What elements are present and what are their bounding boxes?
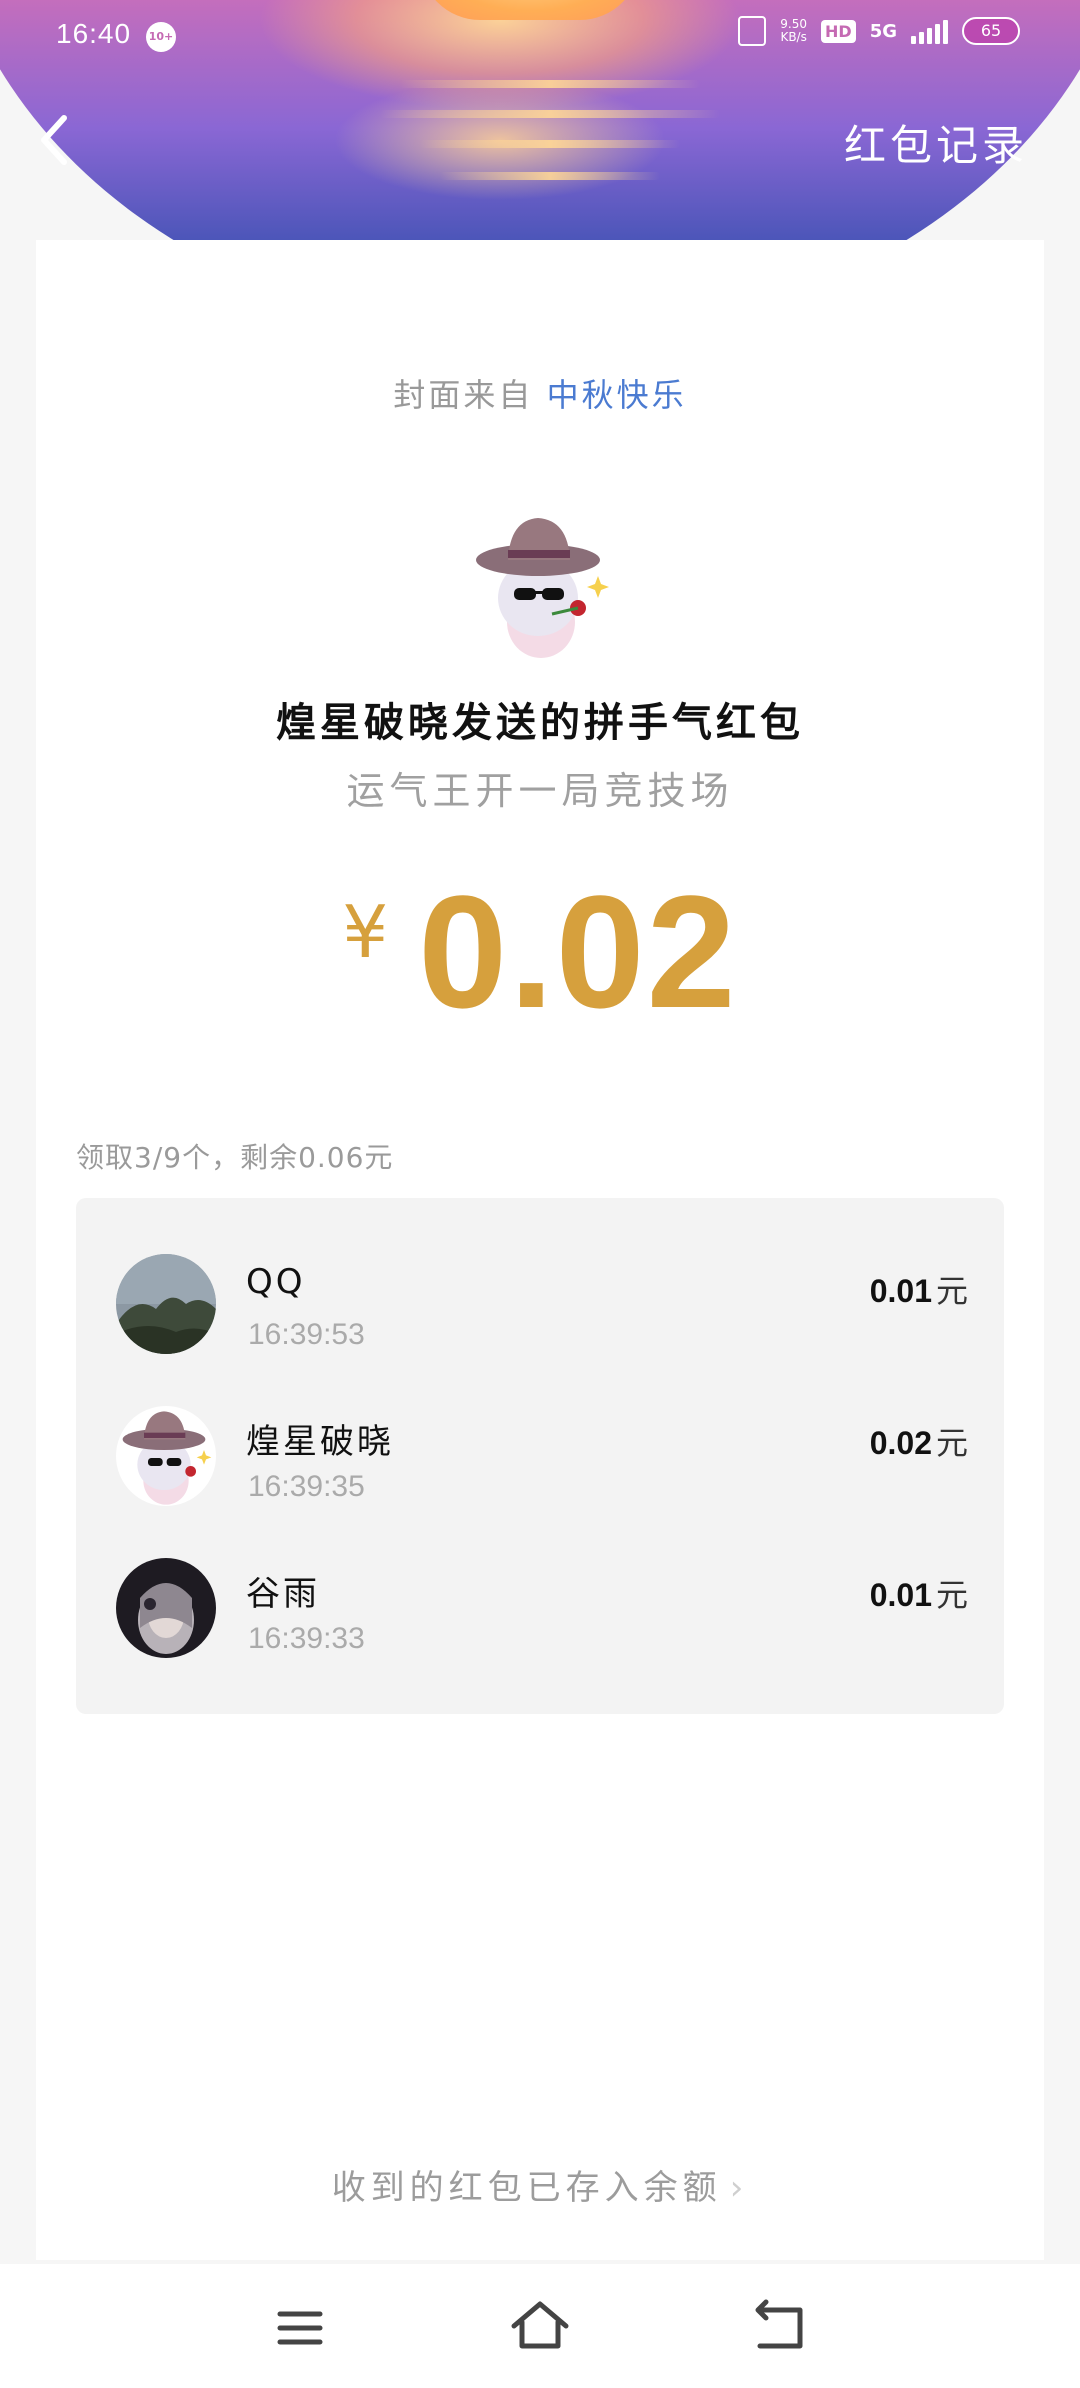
vibrate-icon	[738, 16, 767, 46]
list-item[interactable]: 煌星破晓 16:39:35 0.02 元	[76, 1406, 1004, 1526]
claim-amount-value: 0.01	[869, 1273, 932, 1309]
balance-link-label: 收到的红包已存入余额	[331, 2168, 722, 2208]
hd-icon: HD	[821, 19, 856, 43]
cover-name-link[interactable]: 中秋快乐	[547, 376, 687, 414]
back-nav-button[interactable]	[740, 2288, 820, 2368]
amount-value: 0.02	[418, 862, 738, 1041]
system-nav-bar	[0, 2264, 1080, 2388]
battery-icon: 65	[962, 17, 1020, 45]
received-amount: ¥0.02	[0, 860, 1080, 1044]
claim-summary: 领取3/9个，剩余0.06元	[76, 1141, 394, 1174]
sender-avatar[interactable]	[466, 510, 616, 660]
menu-button[interactable]	[260, 2288, 340, 2368]
network-type: 5G	[869, 20, 897, 42]
recipient-avatar[interactable]	[116, 1558, 216, 1658]
balance-link[interactable]: 收到的红包已存入余额 ›	[0, 2160, 1080, 2209]
claim-amount-value: 0.02	[869, 1425, 932, 1461]
back-icon	[755, 2299, 803, 2349]
currency-symbol: ¥	[342, 890, 389, 974]
packet-subtitle: 运气王开一局竞技场	[346, 769, 734, 813]
cover-source-prefix: 封面来自	[393, 376, 547, 414]
chevron-left-icon	[41, 115, 67, 165]
red-packet-records-link[interactable]: 红包记录	[844, 112, 1028, 173]
menu-icon	[277, 2311, 323, 2345]
water-reflection	[400, 80, 700, 88]
claim-time: 16:39:33	[248, 1622, 365, 1655]
claim-amount-unit: 元	[935, 1272, 968, 1310]
back-button[interactable]	[36, 110, 76, 170]
recipient-avatar[interactable]	[116, 1406, 216, 1506]
landscape-avatar	[116, 1254, 216, 1354]
signal-icon	[911, 18, 948, 44]
recipient-name: 煌星破晓	[246, 1422, 394, 1462]
chevron-right-icon: ›	[729, 2168, 749, 2208]
notification-badge: 10+	[146, 22, 176, 52]
recipient-list: QQ 16:39:53 0.01元 煌星破晓 16:39:35 0.02元	[76, 1198, 1004, 1714]
list-item[interactable]: QQ 16:39:53 0.01 元	[76, 1254, 1004, 1374]
status-icons: 9.50 KB/s HD 5G 65	[738, 16, 1020, 46]
list-item[interactable]: 谷雨 16:39:33 0.01 元	[76, 1558, 1004, 1678]
net-speed-unit: KB/s	[780, 30, 807, 44]
status-time: 16:40	[56, 18, 132, 49]
recipient-name: QQ	[246, 1262, 306, 1302]
packet-title: 煌星破晓发送的拼手气红包	[276, 700, 804, 746]
anime-hat-avatar	[116, 1406, 216, 1506]
claim-time: 16:39:53	[248, 1318, 365, 1351]
claim-time: 16:39:35	[248, 1470, 365, 1503]
water-reflection	[380, 110, 720, 118]
home-icon	[511, 2301, 569, 2349]
net-speed: 9.50 KB/s	[780, 18, 807, 44]
claim-amount: 0.01 元	[870, 1570, 968, 1616]
anime-hat-avatar	[466, 510, 616, 660]
dark-anime-avatar	[116, 1558, 216, 1658]
recipient-avatar[interactable]	[116, 1254, 216, 1354]
claim-amount: 0.02 元	[870, 1418, 968, 1464]
claim-amount-unit: 元	[935, 1576, 968, 1614]
water-reflection	[440, 172, 660, 180]
home-button[interactable]	[500, 2288, 580, 2368]
claim-amount: 0.01 元	[870, 1266, 968, 1312]
claim-amount-value: 0.01	[869, 1577, 932, 1613]
cover-source: 封面来自 中秋快乐	[0, 370, 1080, 416]
claim-amount-unit: 元	[935, 1424, 968, 1462]
recipient-name: 谷雨	[246, 1574, 320, 1614]
water-reflection	[420, 140, 680, 148]
